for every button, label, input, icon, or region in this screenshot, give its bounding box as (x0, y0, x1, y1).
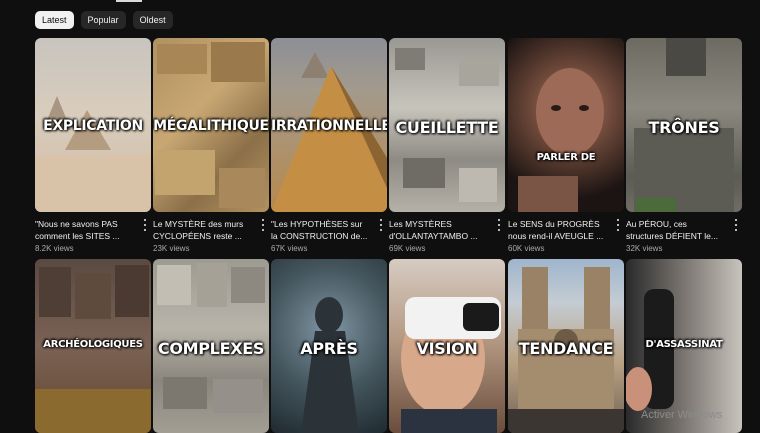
video-card[interactable]: EXPLICATION "Nous ne savons PAS comment … (35, 38, 151, 253)
video-title[interactable]: Le MYSTÈRE des murs CYCLOPÉENS reste ... (153, 218, 253, 242)
video-title[interactable]: "Nous ne savons PAS comment les SITES ..… (35, 218, 135, 242)
view-count: 8.2K views (35, 244, 74, 253)
more-options-icon[interactable] (614, 218, 622, 232)
view-count: 23K views (153, 244, 190, 253)
video-card[interactable]: VISION (389, 259, 505, 433)
video-card[interactable]: TRÔNES Au PÉROU, ces structures DÉFIENT … (626, 38, 742, 253)
video-card[interactable]: APRÈS (271, 259, 387, 433)
video-thumbnail[interactable]: TENDANCE (508, 259, 624, 433)
video-card[interactable]: CUEILLETTE Les MYSTÈRES d'OLLANTAYTAMBO … (389, 38, 505, 253)
more-options-icon[interactable] (141, 218, 149, 232)
video-thumbnail[interactable]: D'ASSASSINAT (626, 259, 742, 433)
video-card[interactable]: PARLER DE Le SENS du PROGRÈS nous rend-i… (508, 38, 624, 253)
view-count: 69K views (389, 244, 426, 253)
view-count: 60K views (508, 244, 545, 253)
more-options-icon[interactable] (732, 218, 740, 232)
video-card[interactable]: COMPLEXES (153, 259, 269, 433)
video-thumbnail[interactable]: CUEILLETTE (389, 38, 505, 212)
thumbnail-overlay-text: IRRATIONNELLES (271, 118, 387, 134)
filter-chip-oldest[interactable]: Oldest (132, 11, 173, 29)
thumbnail-overlay-text: MÉGALITHIQUE (153, 118, 269, 134)
thumbnail-overlay-text: TRÔNES (648, 118, 720, 137)
thumbnail-overlay-text: APRÈS (300, 339, 358, 358)
thumbnail-overlay-text: D'ASSASSINAT (645, 339, 723, 350)
video-title[interactable]: Au PÉROU, ces structures DÉFIENT le... (626, 218, 726, 242)
view-count: 32K views (626, 244, 663, 253)
video-thumbnail[interactable]: PARLER DE (508, 38, 624, 212)
thumbnail-overlay-text: PARLER DE (536, 152, 596, 163)
more-options-icon[interactable] (495, 218, 503, 232)
thumbnail-overlay-text: VISION (416, 339, 478, 358)
video-thumbnail[interactable]: APRÈS (271, 259, 387, 433)
activate-windows-watermark: Activer Windows (641, 409, 723, 421)
filter-chip-popular[interactable]: Popular (80, 11, 126, 29)
video-card[interactable]: IRRATIONNELLES "Les HYPOTHÈSES sur la CO… (271, 38, 387, 253)
thumbnail-overlay-text: CUEILLETTE (395, 118, 499, 137)
video-card[interactable]: TENDANCE (508, 259, 624, 433)
video-card[interactable]: D'ASSASSINAT (626, 259, 742, 433)
thumbnail-overlay-text: EXPLICATION (43, 118, 143, 134)
filter-chip-latest[interactable]: Latest (35, 11, 74, 29)
video-title[interactable]: Le SENS du PROGRÈS nous rend-il AVEUGLE … (508, 218, 608, 242)
thumbnail-overlay-text: TENDANCE (518, 339, 614, 358)
video-thumbnail[interactable]: COMPLEXES (153, 259, 269, 433)
view-count: 67K views (271, 244, 308, 253)
video-thumbnail[interactable]: EXPLICATION (35, 38, 151, 212)
more-options-icon[interactable] (377, 218, 385, 232)
thumbnail-overlay-text: ARCHÉOLOGIQUES (43, 339, 143, 350)
video-card[interactable]: MÉGALITHIQUE Le MYSTÈRE des murs CYCLOPÉ… (153, 38, 269, 253)
video-card[interactable]: ARCHÉOLOGIQUES (35, 259, 151, 433)
sort-chips: Latest Popular Oldest (35, 11, 173, 29)
tab-underline (116, 0, 142, 2)
video-thumbnail[interactable]: ARCHÉOLOGIQUES (35, 259, 151, 433)
video-thumbnail[interactable]: MÉGALITHIQUE (153, 38, 269, 212)
video-thumbnail[interactable]: IRRATIONNELLES (271, 38, 387, 212)
more-options-icon[interactable] (259, 218, 267, 232)
thumbnail-overlay-text: COMPLEXES (157, 339, 265, 358)
video-title[interactable]: Les MYSTÈRES d'OLLANTAYTAMBO ... (389, 218, 489, 242)
video-title[interactable]: "Les HYPOTHÈSES sur la CONSTRUCTION de..… (271, 218, 371, 242)
video-thumbnail[interactable]: TRÔNES (626, 38, 742, 212)
video-thumbnail[interactable]: VISION (389, 259, 505, 433)
